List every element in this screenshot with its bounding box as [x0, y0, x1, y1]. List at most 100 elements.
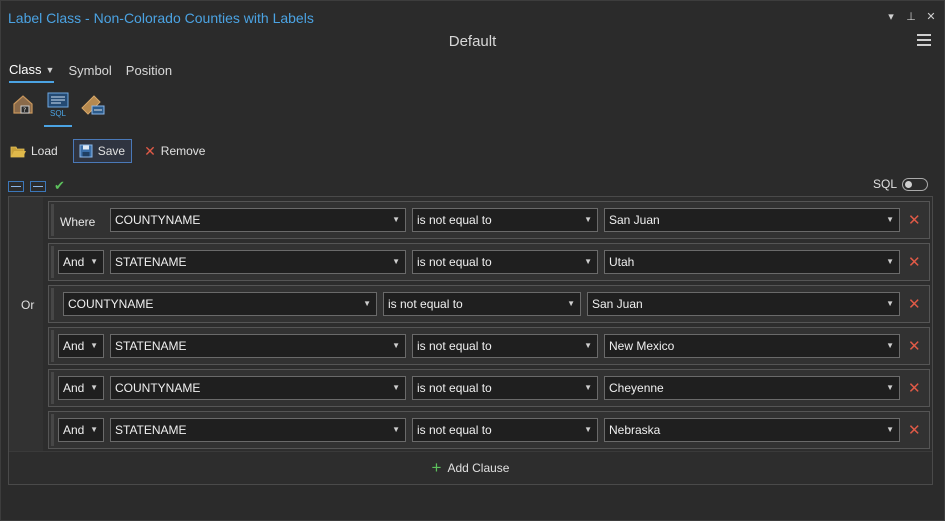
delete-clause-icon[interactable]: ✕: [908, 337, 921, 355]
query-builder: Or Where COUNTYNAME ▼ is not equal to ▼ Sa…: [8, 196, 933, 485]
chevron-down-icon[interactable]: ▼: [46, 65, 55, 75]
value-dropdown[interactable]: Nebraska ▼: [604, 418, 900, 442]
tab-symbol[interactable]: Symbol: [68, 62, 111, 83]
sql-mode-label: SQL: [49, 109, 66, 118]
where-label: Where: [60, 215, 96, 229]
value-dropdown[interactable]: New Mexico ▼: [604, 334, 900, 358]
value-text: Nebraska: [609, 423, 661, 437]
dropdown-arrow-icon: ▼: [392, 383, 400, 392]
connector-dropdown[interactable]: And ▼: [58, 334, 104, 358]
operator-dropdown[interactable]: is not equal to ▼: [412, 250, 598, 274]
remove-button[interactable]: ✕ Remove: [142, 139, 210, 163]
operator-dropdown[interactable]: is not equal to ▼: [412, 208, 598, 232]
value-text: New Mexico: [609, 339, 675, 353]
or-group-bracket[interactable]: Or: [9, 197, 43, 451]
delete-clause-icon[interactable]: ✕: [908, 379, 921, 397]
connector-value: And: [63, 423, 85, 437]
title-bar: Label Class - Non-Colorado Counties with…: [0, 0, 945, 34]
clause-row[interactable]: And ▼ STATENAME ▼ is not equal to ▼ Nebrask…: [48, 411, 930, 449]
drag-handle[interactable]: [51, 204, 54, 236]
clause-row[interactable]: Where COUNTYNAME ▼ is not equal to ▼ San J…: [48, 201, 930, 239]
clause-row[interactable]: COUNTYNAME ▼ is not equal to ▼ San Juan ▼ ✕: [48, 285, 930, 323]
sql-toggle-label: SQL: [872, 177, 897, 191]
operator-value: is not equal to: [417, 381, 492, 395]
value-dropdown[interactable]: San Juan ▼: [587, 292, 900, 316]
label-class-name: Default: [448, 33, 497, 50]
value-dropdown[interactable]: San Juan ▼: [604, 208, 900, 232]
dropdown-arrow-icon: ▼: [392, 257, 400, 266]
delete-clause-icon[interactable]: ✕: [908, 421, 921, 439]
tab-bar: Class ▼ Symbol Position: [9, 62, 186, 83]
dropdown-arrow-icon: ▼: [886, 215, 894, 224]
options-dropdown-icon[interactable]: ▾: [885, 10, 897, 23]
label-placement-mode[interactable]: [78, 92, 106, 124]
clause-row[interactable]: And ▼ COUNTYNAME ▼ is not equal to ▼ Cheyen…: [48, 369, 930, 407]
add-clause-button[interactable]: + Add Clause: [9, 451, 932, 484]
delete-clause-icon[interactable]: ✕: [908, 211, 921, 229]
label-expression-mode[interactable]: ?: [10, 92, 38, 124]
dropdown-arrow-icon: ▼: [567, 299, 575, 308]
field-dropdown[interactable]: COUNTYNAME ▼: [110, 208, 406, 232]
tab-position[interactable]: Position: [126, 62, 172, 83]
folder-open-icon: [10, 146, 26, 157]
drag-handle[interactable]: [51, 372, 54, 404]
field-value: STATENAME: [115, 255, 187, 269]
drag-handle[interactable]: [51, 330, 54, 362]
dropdown-arrow-icon: ▼: [584, 341, 592, 350]
load-label: Load: [31, 144, 58, 158]
drag-handle[interactable]: [51, 288, 54, 320]
connector-dropdown[interactable]: And ▼: [58, 250, 104, 274]
connector-value: And: [63, 381, 85, 395]
connector-dropdown[interactable]: And ▼: [58, 376, 104, 400]
dropdown-arrow-icon: ▼: [584, 215, 592, 224]
field-dropdown[interactable]: STATENAME ▼: [110, 250, 406, 274]
field-value: STATENAME: [115, 339, 187, 353]
label-mode-bar: ? SQL: [10, 92, 106, 127]
clause-row[interactable]: And ▼ STATENAME ▼ is not equal to ▼ Utah ▼ ✕: [48, 243, 930, 281]
field-value: COUNTYNAME: [68, 297, 154, 311]
connector-dropdown[interactable]: And ▼: [58, 418, 104, 442]
connector-value: And: [63, 255, 85, 269]
label-house-icon: ?: [13, 95, 33, 114]
operator-dropdown[interactable]: is not equal to ▼: [412, 334, 598, 358]
save-button[interactable]: Save: [72, 139, 133, 163]
operator-dropdown[interactable]: is not equal to ▼: [412, 376, 598, 400]
save-label: Save: [97, 144, 126, 158]
verify-check-icon[interactable]: ✔: [54, 178, 65, 194]
dropdown-arrow-icon: ▼: [584, 257, 592, 266]
field-dropdown[interactable]: COUNTYNAME ▼: [110, 376, 406, 400]
operator-dropdown[interactable]: is not equal to ▼: [383, 292, 581, 316]
operator-dropdown[interactable]: is not equal to ▼: [412, 418, 598, 442]
dropdown-arrow-icon: ▼: [90, 383, 98, 392]
delete-clause-icon[interactable]: ✕: [908, 253, 921, 271]
menu-icon[interactable]: [917, 34, 931, 46]
load-button[interactable]: Load: [8, 139, 63, 163]
field-dropdown[interactable]: STATENAME ▼: [110, 334, 406, 358]
toggle-switch-icon[interactable]: [902, 177, 928, 191]
sql-query-mode[interactable]: SQL: [44, 92, 72, 127]
dropdown-arrow-icon: ▼: [584, 425, 592, 434]
expand-clauses-icon[interactable]: [8, 180, 24, 192]
drag-handle[interactable]: [51, 414, 54, 446]
delete-clause-icon[interactable]: ✕: [908, 295, 921, 313]
value-text: Cheyenne: [609, 381, 664, 395]
remove-x-icon: ✕: [144, 142, 156, 159]
dropdown-arrow-icon: ▼: [90, 257, 98, 266]
operator-value: is not equal to: [417, 213, 492, 227]
field-value: COUNTYNAME: [115, 213, 201, 227]
tab-class[interactable]: Class ▼: [9, 62, 55, 83]
drag-handle[interactable]: [51, 246, 54, 278]
add-clause-label: Add Clause: [447, 461, 510, 475]
pin-icon[interactable]: ⊥: [905, 10, 917, 23]
sql-toggle-switch[interactable]: SQL: [873, 177, 928, 191]
clause-row[interactable]: And ▼ STATENAME ▼ is not equal to ▼ New Mex…: [48, 327, 930, 365]
value-dropdown[interactable]: Cheyenne ▼: [604, 376, 900, 400]
value-dropdown[interactable]: Utah ▼: [604, 250, 900, 274]
field-dropdown[interactable]: STATENAME ▼: [110, 418, 406, 442]
query-toolbar: Load Save ✕ Remove: [8, 139, 210, 163]
dropdown-arrow-icon: ▼: [886, 383, 894, 392]
operator-value: is not equal to: [388, 297, 463, 311]
field-dropdown[interactable]: COUNTYNAME ▼: [63, 292, 377, 316]
close-icon[interactable]: ✕: [925, 10, 937, 23]
collapse-clauses-icon[interactable]: [30, 180, 46, 192]
